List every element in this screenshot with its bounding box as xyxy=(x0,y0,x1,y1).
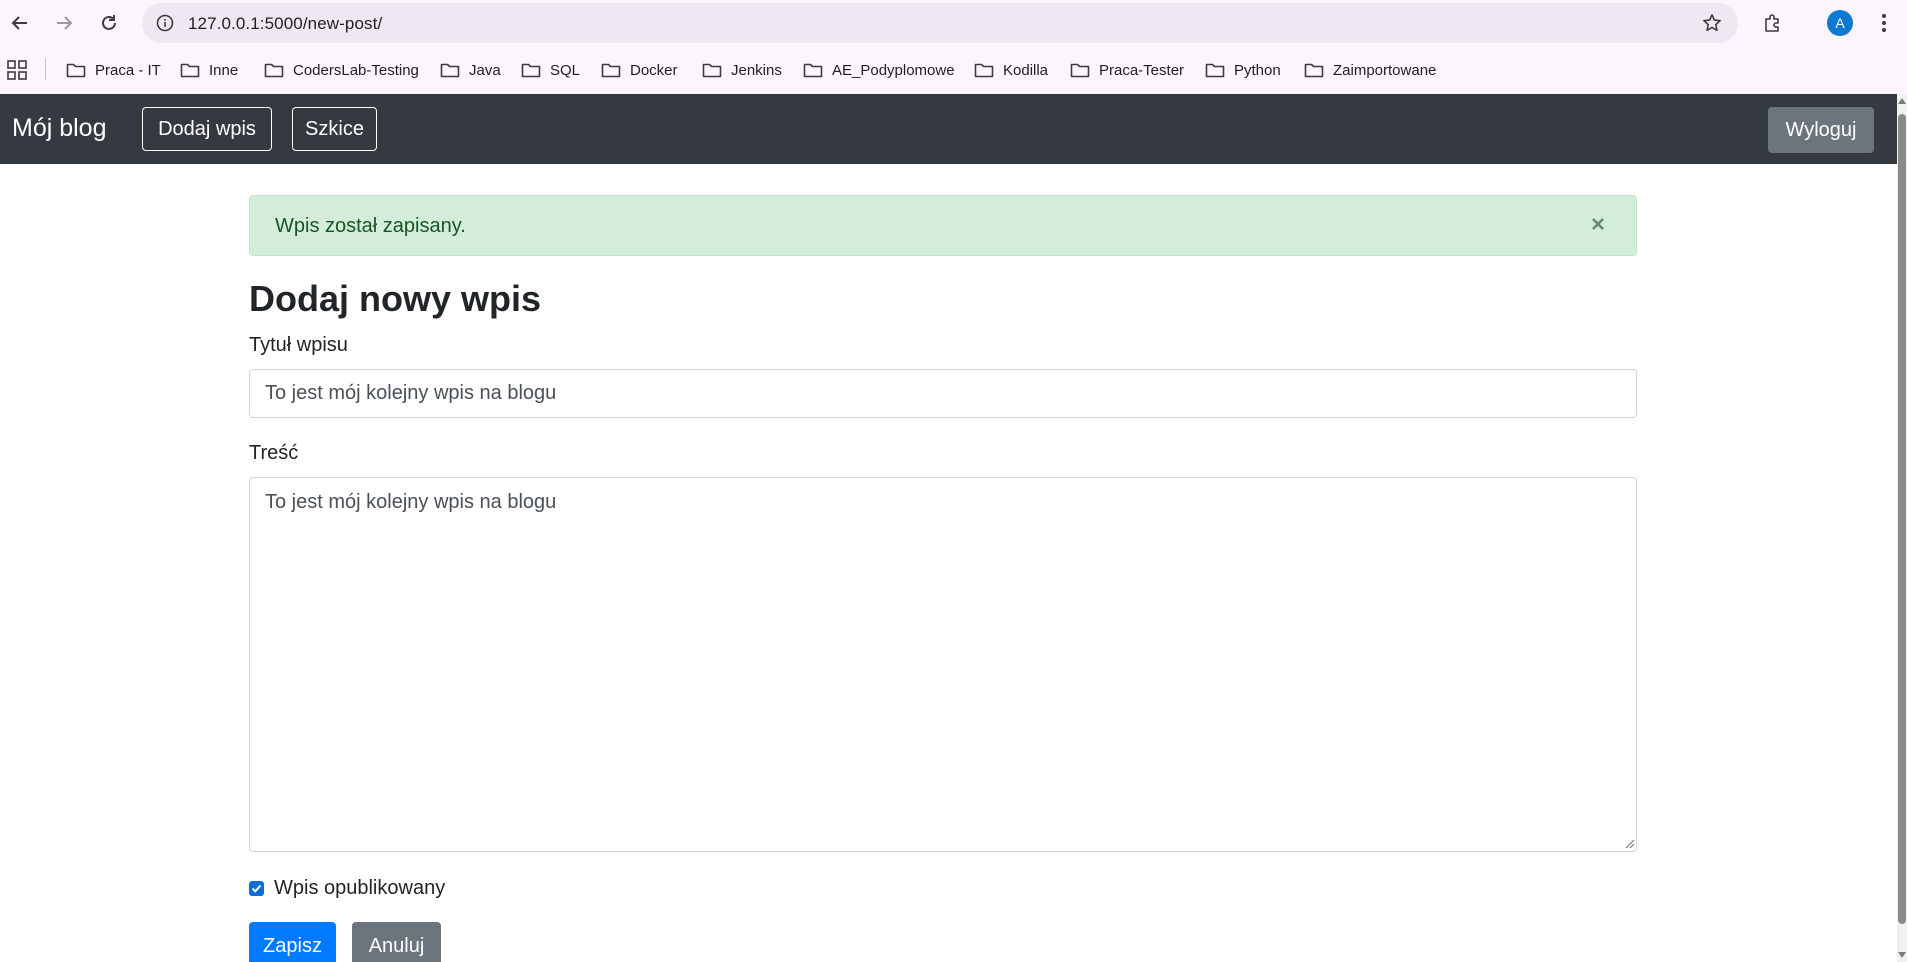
folder-icon xyxy=(440,63,460,78)
folder-icon xyxy=(66,63,86,78)
bookmarks-separator xyxy=(45,58,46,80)
browser-menu-button[interactable] xyxy=(1872,5,1896,41)
bookmark-label: Jenkins xyxy=(731,61,782,79)
folder-icon xyxy=(1304,63,1324,78)
bookmark-label: CodersLab-Testing xyxy=(293,61,419,79)
forward-button[interactable] xyxy=(44,3,84,43)
browser-toolbar: 127.0.0.1:5000/new-post/ A xyxy=(0,0,1907,46)
bookmark-folder[interactable]: Docker xyxy=(601,58,678,82)
web-page: Mój blog Dodaj wpis Szkice Wyloguj Wpis … xyxy=(0,94,1897,962)
scroll-up-icon[interactable] xyxy=(1898,98,1906,104)
folder-icon xyxy=(974,63,994,78)
url-text[interactable]: 127.0.0.1:5000/new-post/ xyxy=(188,14,382,34)
reload-icon xyxy=(102,15,116,30)
add-post-button[interactable]: Dodaj wpis xyxy=(142,107,272,151)
kebab-menu-icon xyxy=(1882,14,1886,32)
resize-handle-icon[interactable] xyxy=(1623,837,1635,849)
folder-icon xyxy=(521,63,541,78)
back-button[interactable] xyxy=(0,3,40,43)
bookmark-label: Zaimportowane xyxy=(1333,61,1437,79)
forward-arrow-icon xyxy=(57,16,73,30)
folder-icon xyxy=(1070,63,1090,78)
bookmark-folder[interactable]: Python xyxy=(1205,58,1281,82)
folder-icon xyxy=(264,63,284,78)
brand-link[interactable]: Mój blog xyxy=(12,114,107,143)
logout-button[interactable]: Wyloguj xyxy=(1768,107,1874,153)
back-arrow-icon xyxy=(11,16,27,30)
bookmark-label: Docker xyxy=(630,61,678,79)
bookmark-folder[interactable]: AE_Podyplomowe xyxy=(803,58,955,82)
save-button[interactable]: Zapisz xyxy=(249,922,336,962)
bookmark-folder[interactable]: Praca-Tester xyxy=(1070,58,1184,82)
bookmark-folder[interactable]: Jenkins xyxy=(702,58,782,82)
folder-icon xyxy=(180,63,200,78)
close-icon xyxy=(1592,218,1604,230)
bookmark-label: SQL xyxy=(550,61,581,79)
folder-icon xyxy=(601,63,621,78)
bookmark-folder[interactable]: Praca - IT xyxy=(66,58,161,82)
bookmark-folder[interactable]: SQL xyxy=(521,58,580,82)
bookmark-label: Python xyxy=(1234,61,1281,79)
address-bar[interactable]: 127.0.0.1:5000/new-post/ xyxy=(142,3,1738,43)
scrollbar-thumb[interactable] xyxy=(1898,114,1906,924)
puzzle-icon xyxy=(1765,14,1779,32)
reload-button[interactable] xyxy=(89,3,129,43)
site-info-icon[interactable] xyxy=(154,12,176,34)
page-title: Dodaj nowy wpis xyxy=(249,278,542,319)
checkmark-icon xyxy=(251,884,262,893)
bookmark-star-icon[interactable] xyxy=(1700,11,1724,35)
published-checkbox-row: Wpis opublikowany xyxy=(249,877,445,900)
bookmark-label: AE_Podyplomowe xyxy=(832,61,955,79)
alert-message: Wpis został zapisany. xyxy=(275,215,466,237)
title-input[interactable] xyxy=(249,369,1637,418)
close-alert-button[interactable] xyxy=(1586,212,1610,236)
folder-icon xyxy=(702,63,722,78)
title-label: Tytuł wpisu xyxy=(249,334,348,356)
extensions-button[interactable] xyxy=(1755,5,1791,41)
page-scrollbar[interactable] xyxy=(1897,94,1907,962)
published-label[interactable]: Wpis opublikowany xyxy=(274,877,445,900)
bookmark-folder[interactable]: Kodilla xyxy=(974,58,1048,82)
bookmark-folder[interactable]: CodersLab-Testing xyxy=(264,58,419,82)
bookmark-folder[interactable]: Inne xyxy=(180,58,238,82)
bookmark-folder[interactable]: Zaimportowane xyxy=(1304,58,1436,82)
cancel-button[interactable]: Anuluj xyxy=(352,922,441,962)
success-alert: Wpis został zapisany. xyxy=(249,195,1637,256)
drafts-button[interactable]: Szkice xyxy=(292,107,377,151)
bookmark-label: Praca-Tester xyxy=(1099,61,1185,79)
bookmark-label: Kodilla xyxy=(1003,61,1049,79)
bookmark-label: Java xyxy=(469,61,501,79)
bookmark-folder[interactable]: Java xyxy=(440,58,501,82)
published-checkbox[interactable] xyxy=(249,881,264,896)
apps-grid-icon[interactable] xyxy=(7,60,27,80)
site-navbar: Mój blog Dodaj wpis Szkice Wyloguj xyxy=(0,94,1897,164)
bookmark-label: Praca - IT xyxy=(95,61,161,79)
scroll-down-icon[interactable] xyxy=(1898,952,1906,958)
folder-icon xyxy=(1205,63,1225,78)
folder-icon xyxy=(803,63,823,78)
content-label: Treść xyxy=(249,442,299,464)
bookmark-label: Inne xyxy=(209,61,239,79)
profile-avatar[interactable]: A xyxy=(1827,10,1853,36)
bookmarks-bar: Praca - IT Inne CodersLab-Testing Java SQL Do… xyxy=(0,46,1907,94)
content-textarea[interactable]: To jest mój kolejny wpis na blogu xyxy=(249,477,1637,852)
